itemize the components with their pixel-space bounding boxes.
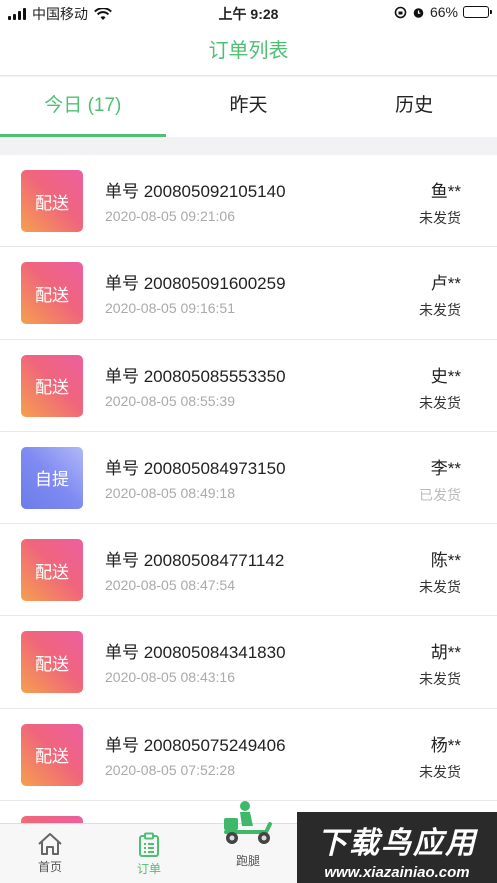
order-number: 单号 200805091600259 [105,274,286,294]
order-time: 2020-08-05 08:55:39 [105,392,235,409]
shipping-status: 未发货 [419,671,461,688]
nav-errand[interactable]: 跑腿 [208,852,288,869]
nav-errand-label: 跑腿 [235,854,260,868]
nav-orders[interactable]: 订单 [109,824,189,877]
battery-percent: 66% [429,4,458,20]
customer-name: 史** [430,366,461,386]
order-row[interactable]: 配送 单号 200805091600259 2020-08-05 09:16:5… [0,247,497,340]
order-row[interactable]: 配送 单号 200805085553350 2020-08-05 08:55:3… [0,340,497,432]
shipping-status: 未发货 [419,394,461,411]
customer-name: 杨** [430,735,461,755]
tab-history[interactable]: 历史 [331,77,497,137]
delivery-type-badge: 配送 [21,354,83,417]
order-time: 2020-08-05 09:16:51 [105,300,235,317]
status-bar: 中国移动 上午 9:28 66% [0,0,497,26]
order-number: 单号 200805084771142 [105,551,285,571]
order-row[interactable]: 配送 单号 200805092105140 2020-08-05 09:21:0… [0,155,497,248]
nav-orders-label: 订单 [136,862,161,876]
order-number: 单号 200805075249406 [105,735,286,755]
delivery-type-badge: 配送 [21,723,83,786]
rotation-lock-icon [394,6,407,18]
page-title: 订单列表 [0,26,497,76]
shipping-status: 未发货 [419,210,461,226]
order-number: 单号 200805085553350 [105,366,286,386]
order-row[interactable]: 自提 单号 200805084973150 2020-08-05 08:49:1… [0,432,497,525]
delivery-type-badge: 配送 [21,539,83,602]
customer-name: 胡** [430,643,461,663]
order-row[interactable]: 配送 单号 200805075249406 2020-08-05 07:52:2… [0,709,497,802]
alarm-icon [413,7,424,18]
tab-today[interactable]: 今日 (17) [0,77,166,137]
shipping-status: 未发货 [419,302,461,319]
order-time: 2020-08-05 07:52:28 [105,761,235,778]
watermark-url: www.xiazainiao.com [324,864,470,881]
order-row[interactable]: 配送 单号 200805084341830 2020-08-05 08:43:1… [0,616,497,709]
pickup-type-badge: 自提 [21,446,83,509]
nav-home-label: 首页 [37,860,62,874]
tab-bar-top: 今日 (17) 昨天 历史 [0,77,497,137]
battery-icon [463,6,492,18]
shipping-status: 已发货 [419,486,461,503]
customer-name: 陈** [430,551,461,571]
scooter-rider-icon[interactable] [220,800,276,846]
customer-name: 鱼** [430,182,461,201]
delivery-type-badge: 配送 [21,631,83,694]
nav-home[interactable]: 首页 [10,824,90,875]
shipping-status: 未发货 [419,763,461,780]
delivery-type-badge: 配送 [21,262,83,325]
tab-yesterday[interactable]: 昨天 [166,77,332,137]
shipping-status: 未发货 [419,579,461,596]
delivery-type-badge: 配送 [21,170,83,232]
customer-name: 卢** [430,274,461,294]
order-time: 2020-08-05 09:21:06 [105,208,235,224]
order-number: 单号 200805084341830 [105,643,286,663]
order-number: 单号 200805092105140 [105,182,286,201]
site-watermark: 下载鸟应用 www.xiazainiao.com [297,812,497,883]
order-row[interactable]: 配送 单号 200805084771142 2020-08-05 08:47:5… [0,524,497,617]
home-icon [38,833,62,855]
watermark-title: 下载鸟应用 [317,827,477,860]
clipboard-icon [139,832,159,857]
order-list: 配送 单号 200805092105140 2020-08-05 09:21:0… [0,155,497,823]
order-time: 2020-08-05 08:43:16 [105,669,235,686]
order-time: 2020-08-05 08:47:54 [105,577,235,594]
order-time: 2020-08-05 08:49:18 [105,484,235,501]
delivery-type-badge [21,816,83,823]
customer-name: 李** [430,458,461,478]
order-number: 单号 200805084973150 [105,458,286,478]
